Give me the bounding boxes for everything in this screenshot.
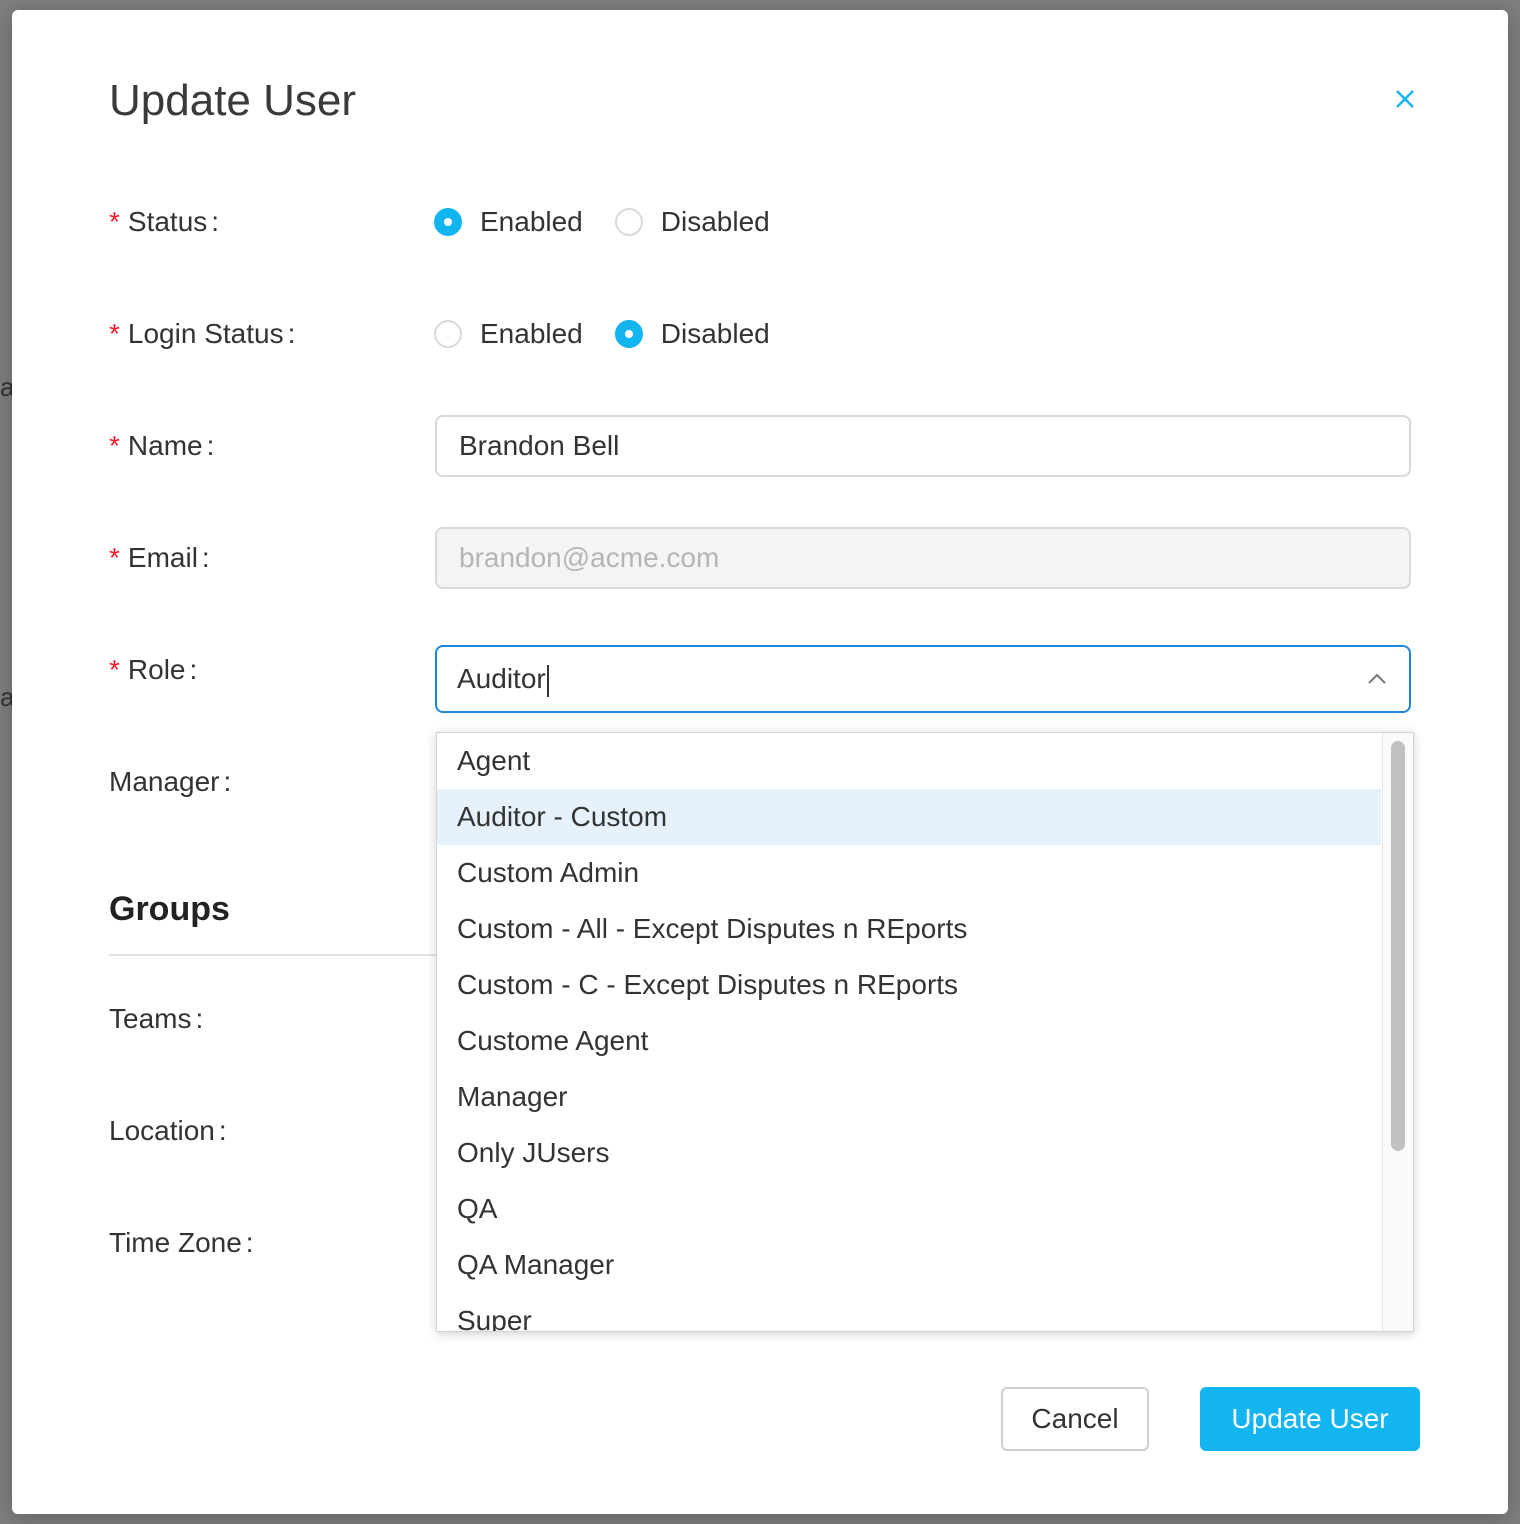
role-option[interactable]: Custom - All - Except Disputes n REports — [437, 901, 1381, 957]
teams-label: Teams: — [109, 1003, 204, 1034]
status-radio-group: Enabled Disabled — [434, 206, 802, 238]
status-enabled-radio[interactable]: Enabled — [434, 206, 583, 238]
dropdown-scrollbar[interactable] — [1382, 733, 1413, 1331]
status-disabled-radio[interactable]: Disabled — [614, 206, 770, 238]
email-label: * Email: — [109, 542, 210, 573]
name-input[interactable]: Brandon Bell — [435, 415, 1411, 477]
groups-section-title: Groups — [109, 890, 230, 928]
update-user-modal: Update User * Status: Enabled Disabled * L… — [12, 10, 1508, 1514]
manager-label: Manager: — [109, 766, 232, 797]
email-input: brandon@acme.com — [435, 527, 1411, 589]
role-option[interactable]: Custom Admin — [437, 845, 1381, 901]
role-option[interactable]: QA — [437, 1181, 1381, 1237]
radio-unchecked-icon[interactable] — [614, 208, 643, 236]
role-select-value[interactable]: Auditor — [457, 663, 546, 694]
location-label: Location: — [109, 1115, 227, 1146]
role-option-highlighted[interactable]: Auditor - Custom — [437, 789, 1381, 845]
role-option-list: Agent Auditor - Custom Custom Admin Cust… — [437, 733, 1381, 1331]
radio-checked-icon[interactable] — [614, 320, 643, 348]
radio-checked-icon[interactable] — [434, 208, 462, 236]
time-zone-label: Time Zone: — [109, 1227, 254, 1258]
update-user-button[interactable]: Update User — [1200, 1387, 1420, 1451]
login-status-enabled-radio[interactable]: Enabled — [434, 318, 583, 350]
role-option[interactable]: QA Manager — [437, 1237, 1381, 1293]
scrollbar-thumb[interactable] — [1391, 741, 1405, 1151]
radio-unchecked-icon[interactable] — [434, 320, 462, 348]
login-status-label: * Login Status: — [109, 318, 296, 349]
text-cursor — [546, 664, 549, 697]
login-status-radio-group: Enabled Disabled — [434, 318, 802, 350]
role-select[interactable]: Auditor — [435, 645, 1411, 713]
close-icon[interactable] — [1388, 82, 1422, 116]
role-option[interactable]: Super — [437, 1293, 1381, 1331]
chevron-up-icon[interactable] — [1367, 671, 1387, 685]
modal-title: Update User — [109, 76, 357, 125]
role-option[interactable]: Only JUsers — [437, 1125, 1381, 1181]
role-option[interactable]: Custom - C - Except Disputes n REports — [437, 957, 1381, 1013]
cancel-button[interactable]: Cancel — [1001, 1387, 1149, 1451]
role-option[interactable]: Agent — [437, 733, 1381, 789]
role-option[interactable]: Manager — [437, 1069, 1381, 1125]
status-label: * Status: — [109, 206, 220, 237]
section-divider — [109, 954, 439, 956]
login-status-disabled-radio[interactable]: Disabled — [614, 318, 770, 350]
role-dropdown: Agent Auditor - Custom Custom Admin Cust… — [436, 732, 1414, 1332]
role-label: * Role: — [109, 654, 198, 685]
name-label: * Name: — [109, 430, 215, 461]
role-option[interactable]: Custome Agent — [437, 1013, 1381, 1069]
